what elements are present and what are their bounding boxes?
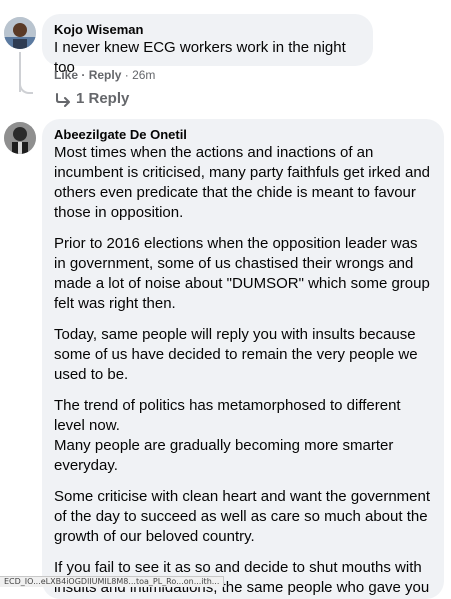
view-replies-link[interactable]: 1 Reply <box>54 90 129 107</box>
replies-count: 1 Reply <box>76 90 130 107</box>
comment-body: Most times when the actions and inaction… <box>54 143 432 598</box>
comment-author[interactable]: Abeezilgate De Onetil <box>54 127 432 142</box>
reply-arrow-icon <box>56 92 70 107</box>
reply-button[interactable]: Reply <box>89 68 122 82</box>
comment-timestamp[interactable]: 26m <box>132 68 155 82</box>
comment-paragraph: Some criticise with clean heart and want… <box>54 488 431 545</box>
comment-paragraph: Most times when the actions and inaction… <box>54 144 431 221</box>
comment-actions: Like · Reply · 26m <box>54 68 155 82</box>
avatar-kojo-wiseman[interactable] <box>4 17 36 49</box>
separator-dot: · <box>124 68 129 82</box>
browser-status-bar: ECD_IO...eLXB4iOGDlIUMIL8M8...toa_PL_Ro.… <box>0 576 225 587</box>
avatar-abeezilgate[interactable] <box>4 122 36 154</box>
separator-dot: · <box>81 68 86 82</box>
comment-bubble-kojo: Kojo Wiseman I never knew ECG workers wo… <box>42 14 373 76</box>
comment-paragraph: Prior to 2016 elections when the opposit… <box>54 235 430 312</box>
like-button[interactable]: Like <box>54 68 78 82</box>
comment-paragraph: Today, same people will reply you with i… <box>54 326 418 383</box>
comment-paragraph: The trend of politics has metamorphosed … <box>54 397 401 474</box>
thread-connector-curve <box>19 80 33 94</box>
comment-bubble-abeezilgate: Abeezilgate De Onetil Most times when th… <box>42 119 444 599</box>
comment-author[interactable]: Kojo Wiseman <box>54 22 361 37</box>
